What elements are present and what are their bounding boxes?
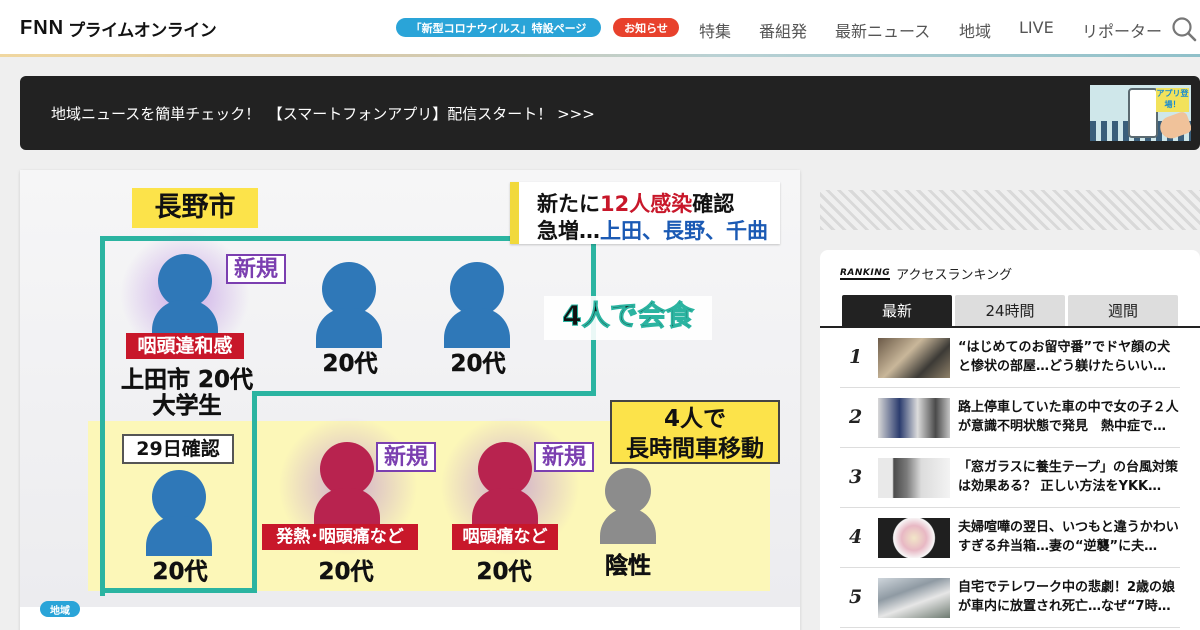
covid-special-page-link[interactable]: 「新型コロナウイルス」特設ページ — [396, 18, 601, 37]
nav-item-region[interactable]: 地域 — [959, 18, 991, 42]
negative-label: 陰性 — [605, 553, 651, 579]
new-case-tag: 新規 — [376, 442, 436, 472]
symptom-tag: 咽頭違和感 — [126, 333, 244, 359]
nav-item-programs[interactable]: 番組発 — [759, 18, 807, 42]
ranking-thumbnail — [878, 578, 950, 618]
headline-caption: 新たに12人感染確認 急増…上田、長野、千曲 — [510, 182, 780, 244]
ranking-tabs: 最新 24時間 週間 — [842, 295, 1178, 326]
ranking-item-title: 路上停車していた車の中で女の子２人が意識不明状態で発見 熱中症で… — [958, 400, 1179, 434]
symptom-tag: 咽頭痛など — [452, 524, 558, 550]
rank-number: 1 — [849, 346, 863, 368]
person-icon — [600, 468, 656, 544]
search-icon[interactable] — [1171, 16, 1197, 42]
rank-number: 2 — [849, 406, 863, 428]
app-promo-image: アプリ登場！ — [1090, 85, 1191, 141]
rank-number: 5 — [849, 586, 863, 608]
person1-desc-line2: 大学生 — [152, 393, 222, 419]
nav-item-reporter[interactable]: リポーター — [1082, 18, 1162, 42]
ranking-heading: RANKING アクセスランキング — [840, 264, 1012, 283]
site-header: FNN プライムオンライン 「新型コロナウイルス」特設ページ お知らせ 特集 番… — [0, 0, 1200, 56]
ranking-en-label: RANKING — [840, 267, 891, 280]
meal-group-label: 4人で会食 — [544, 296, 712, 340]
person-icon — [444, 262, 510, 348]
symptom-tag: 発熱･咽頭痛など — [262, 524, 418, 550]
site-logo[interactable]: FNN プライムオンライン — [20, 16, 217, 41]
app-badge: アプリ登場！ — [1156, 88, 1189, 112]
person-age-label: 20代 — [450, 351, 506, 377]
ranking-item[interactable]: 1 “はじめてのお留守番”でドヤ顔の犬と惨状の部屋…どう躾けたらいい… — [840, 328, 1180, 388]
car-group-label: 4人で 長時間車移動 — [610, 400, 780, 464]
tab-24h[interactable]: 24時間 — [955, 295, 1065, 326]
tab-weekly[interactable]: 週間 — [1068, 295, 1178, 326]
ranking-thumbnail — [878, 338, 950, 378]
logo-fnn-text: FNN — [20, 16, 65, 39]
article-hero-image: 長野市 新たに12人感染確認 急増…上田、長野、千曲 4人で会食 4人で 長時間… — [20, 170, 800, 607]
new-case-tag: 新規 — [534, 442, 594, 472]
banner-text: 地域ニュースを簡単チェック！ 【スマートフォンアプリ】配信スタート！ >>> — [51, 105, 595, 123]
confirmed-date-tag: 29日確認 — [122, 434, 234, 464]
ranking-item-title: 夫婦喧嘩の翌日、いつもと違うかわいすぎる弁当箱…妻の“逆襲”に夫… — [958, 520, 1179, 554]
ranking-item[interactable]: 4 夫婦喧嘩の翌日、いつもと違うかわいすぎる弁当箱…妻の“逆襲”に夫… — [840, 508, 1180, 568]
person-icon — [472, 442, 538, 528]
ranking-item-title: 自宅でテレワーク中の悲劇！2歳の娘が車内に放置され死亡…なぜ“7時… — [958, 580, 1176, 614]
phone-illustration — [1128, 88, 1158, 138]
ranking-thumbnail — [878, 458, 950, 498]
app-promo-banner[interactable]: 地域ニュースを簡単チェック！ 【スマートフォンアプリ】配信スタート！ >>> ア… — [20, 76, 1200, 150]
notice-link[interactable]: お知らせ — [613, 18, 679, 37]
tab-latest[interactable]: 最新 — [842, 295, 952, 326]
logo-jp-text: プライムオンライン — [68, 20, 217, 41]
ranking-item-title: “はじめてのお留守番”でドヤ顔の犬と惨状の部屋…どう躾けたらいい… — [958, 340, 1171, 374]
ranking-thumbnail — [878, 398, 950, 438]
ranking-item[interactable]: 3 「窓ガラスに養生テープ」の台風対策は効果ある？ 正しい方法をYKK… — [840, 448, 1180, 508]
ranking-thumbnail — [878, 518, 950, 558]
rank-number: 3 — [849, 466, 863, 488]
ranking-item[interactable]: 2 路上停車していた車の中で女の子２人が意識不明状態で発見 熱中症で… — [840, 388, 1180, 448]
category-badge[interactable]: 地域 — [40, 601, 80, 617]
city-label: 長野市 — [132, 188, 258, 228]
person-age-label: 20代 — [152, 559, 208, 585]
person-age-label: 20代 — [476, 559, 532, 585]
nav-item-features[interactable]: 特集 — [699, 18, 731, 42]
ranking-item[interactable]: 5 自宅でテレワーク中の悲劇！2歳の娘が車内に放置され死亡…なぜ“7時… — [840, 568, 1180, 628]
featured-article-card[interactable]: 長野市 新たに12人感染確認 急増…上田、長野、千曲 4人で会食 4人で 長時間… — [20, 170, 800, 630]
person-icon — [314, 442, 380, 528]
new-case-tag: 新規 — [226, 254, 286, 284]
person-age-label: 20代 — [318, 559, 374, 585]
ranking-title: アクセスランキング — [896, 268, 1013, 283]
ad-placeholder — [820, 190, 1200, 230]
access-ranking-panel: RANKING アクセスランキング 最新 24時間 週間 1 “はじめてのお留守… — [820, 250, 1200, 630]
person-icon — [146, 470, 212, 556]
person-age-label: 20代 — [322, 351, 378, 377]
ranking-item-title: 「窓ガラスに養生テープ」の台風対策は効果ある？ 正しい方法をYKK… — [958, 460, 1178, 494]
header-accent-line — [0, 54, 1200, 57]
nav-item-live[interactable]: LIVE — [1019, 18, 1054, 37]
nav-item-latest-news[interactable]: 最新ニュース — [835, 18, 930, 42]
rank-number: 4 — [849, 526, 863, 548]
person-icon — [316, 262, 382, 348]
